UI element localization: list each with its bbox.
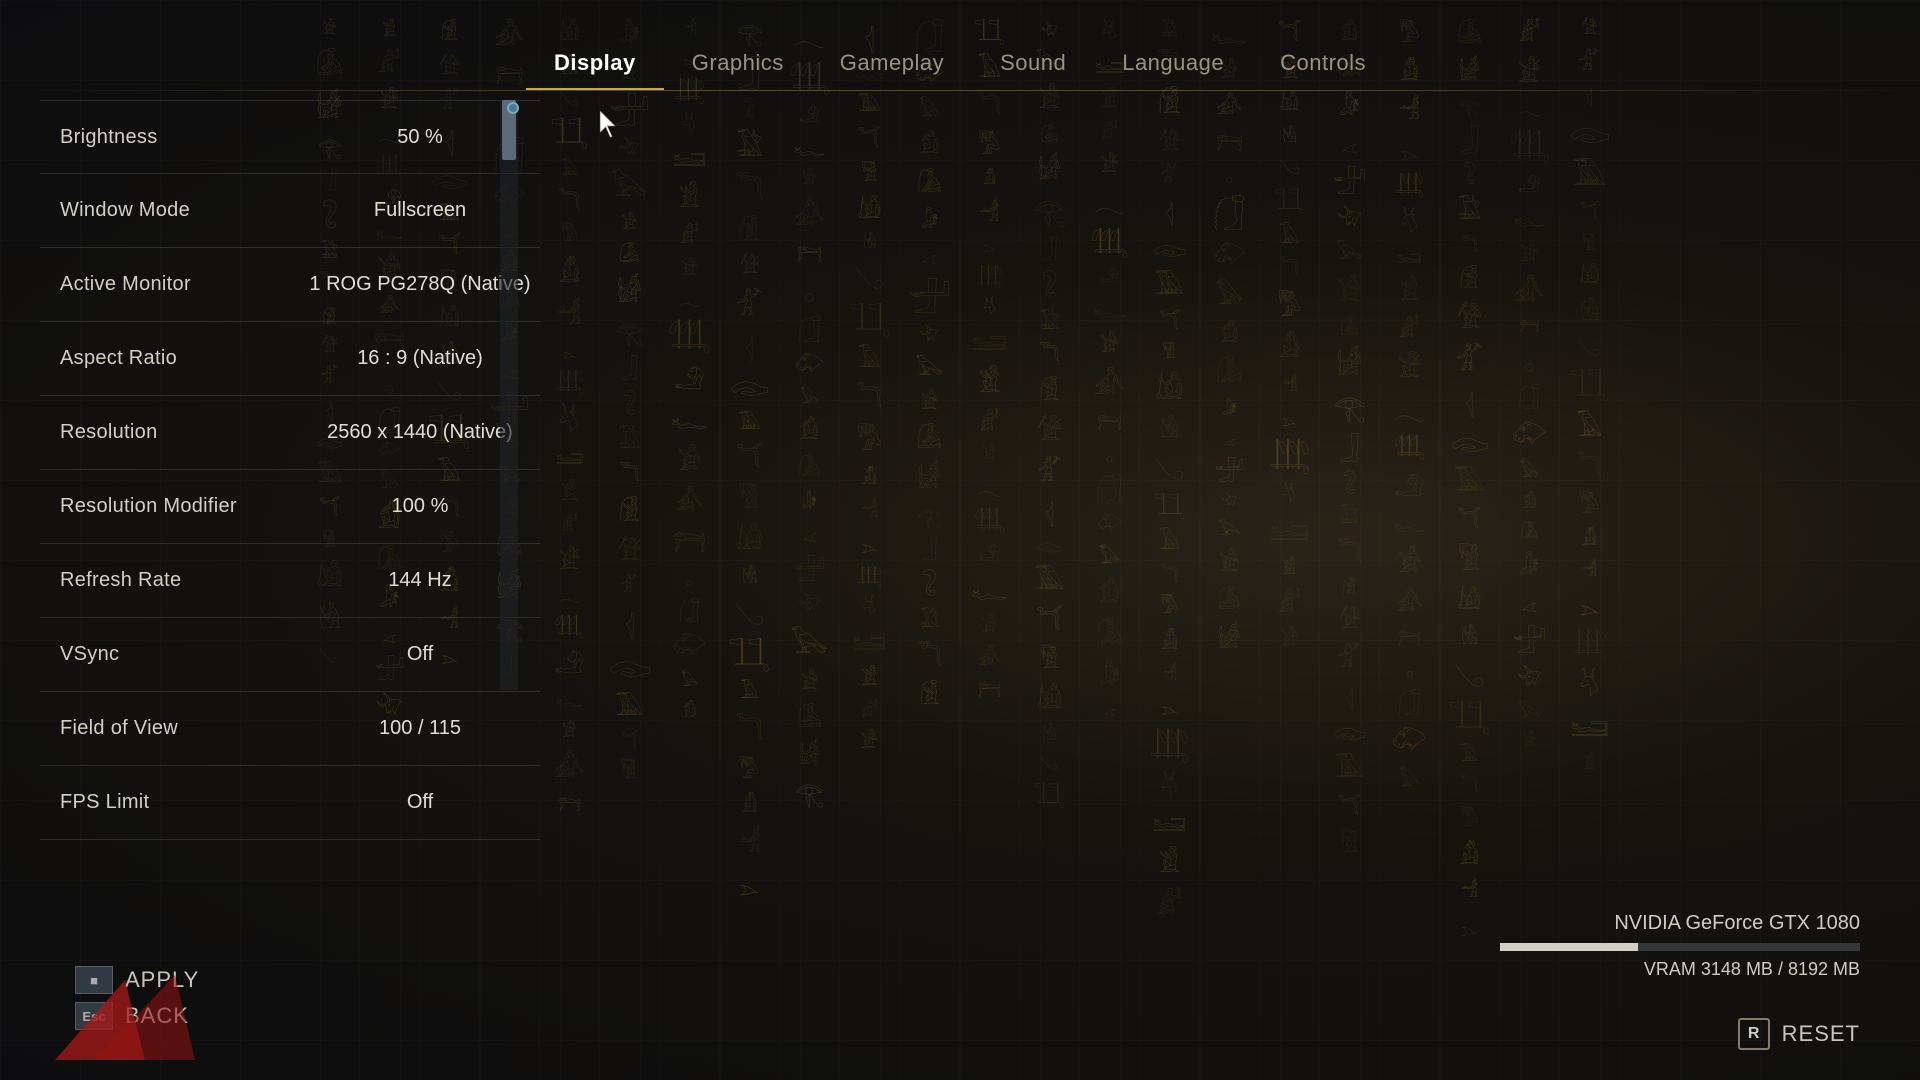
field-of-view-value: 100 / 115: [300, 717, 540, 740]
vram-bar-container: [1500, 943, 1860, 951]
settings-row-aspect-ratio[interactable]: Aspect Ratio 16 : 9 (Native): [40, 322, 540, 396]
scroll-indicator: [505, 100, 521, 116]
settings-row-vsync[interactable]: VSync Off: [40, 618, 540, 692]
r-key-icon: R: [1738, 1018, 1770, 1050]
cursor: [595, 108, 623, 145]
window-mode-label: Window Mode: [40, 199, 300, 222]
vsync-label: VSync: [40, 643, 300, 666]
gpu-name: NVIDIA GeForce GTX 1080: [1500, 912, 1860, 935]
vram-bar-fill: [1500, 943, 1638, 951]
tab-display[interactable]: Display: [526, 38, 664, 90]
tab-controls[interactable]: Controls: [1252, 38, 1394, 90]
nav-divider: [0, 90, 1920, 91]
decorative-triangles: [35, 970, 195, 1060]
tab-graphics[interactable]: Graphics: [664, 38, 812, 90]
vram-text: VRAM 3148 MB / 8192 MB: [1500, 959, 1860, 980]
reset-label: RESET: [1782, 1021, 1860, 1047]
settings-row-resolution[interactable]: Resolution 2560 x 1440 (Native): [40, 396, 540, 470]
aspect-ratio-label: Aspect Ratio: [40, 347, 300, 370]
tab-gameplay[interactable]: Gameplay: [812, 38, 972, 90]
settings-row-field-of-view[interactable]: Field of View 100 / 115: [40, 692, 540, 766]
settings-row-resolution-modifier[interactable]: Resolution Modifier 100 %: [40, 470, 540, 544]
resolution-modifier-label: Resolution Modifier: [40, 495, 300, 518]
field-of-view-label: Field of View: [40, 717, 300, 740]
active-monitor-label: Active Monitor: [40, 273, 300, 296]
scroll-indicator-icon: [507, 102, 519, 114]
settings-row-refresh-rate[interactable]: Refresh Rate 144 Hz: [40, 544, 540, 618]
gpu-info-panel: NVIDIA GeForce GTX 1080 VRAM 3148 MB / 8…: [1500, 912, 1860, 980]
brightness-label: Brightness: [40, 126, 300, 149]
refresh-rate-label: Refresh Rate: [40, 569, 300, 592]
fps-limit-label: FPS Limit: [40, 791, 300, 814]
tab-sound[interactable]: Sound: [972, 38, 1094, 90]
nav-tabs: Display Graphics Gameplay Sound Language…: [0, 0, 1920, 90]
scrollbar-track[interactable]: [500, 100, 518, 690]
reset-button[interactable]: R RESET: [1738, 1018, 1860, 1050]
settings-row-fps-limit[interactable]: FPS Limit Off: [40, 766, 540, 840]
settings-row-active-monitor[interactable]: Active Monitor 1 ROG PG278Q (Native): [40, 248, 540, 322]
settings-panel: Brightness 50 % Window Mode Fullscreen A…: [40, 100, 540, 840]
settings-row-window-mode[interactable]: Window Mode Fullscreen: [40, 174, 540, 248]
settings-row-brightness[interactable]: Brightness 50 %: [40, 100, 540, 174]
fps-limit-value: Off: [300, 791, 540, 814]
main-content: Display Graphics Gameplay Sound Language…: [0, 0, 1920, 1080]
resolution-label: Resolution: [40, 421, 300, 444]
tab-language[interactable]: Language: [1094, 38, 1252, 90]
